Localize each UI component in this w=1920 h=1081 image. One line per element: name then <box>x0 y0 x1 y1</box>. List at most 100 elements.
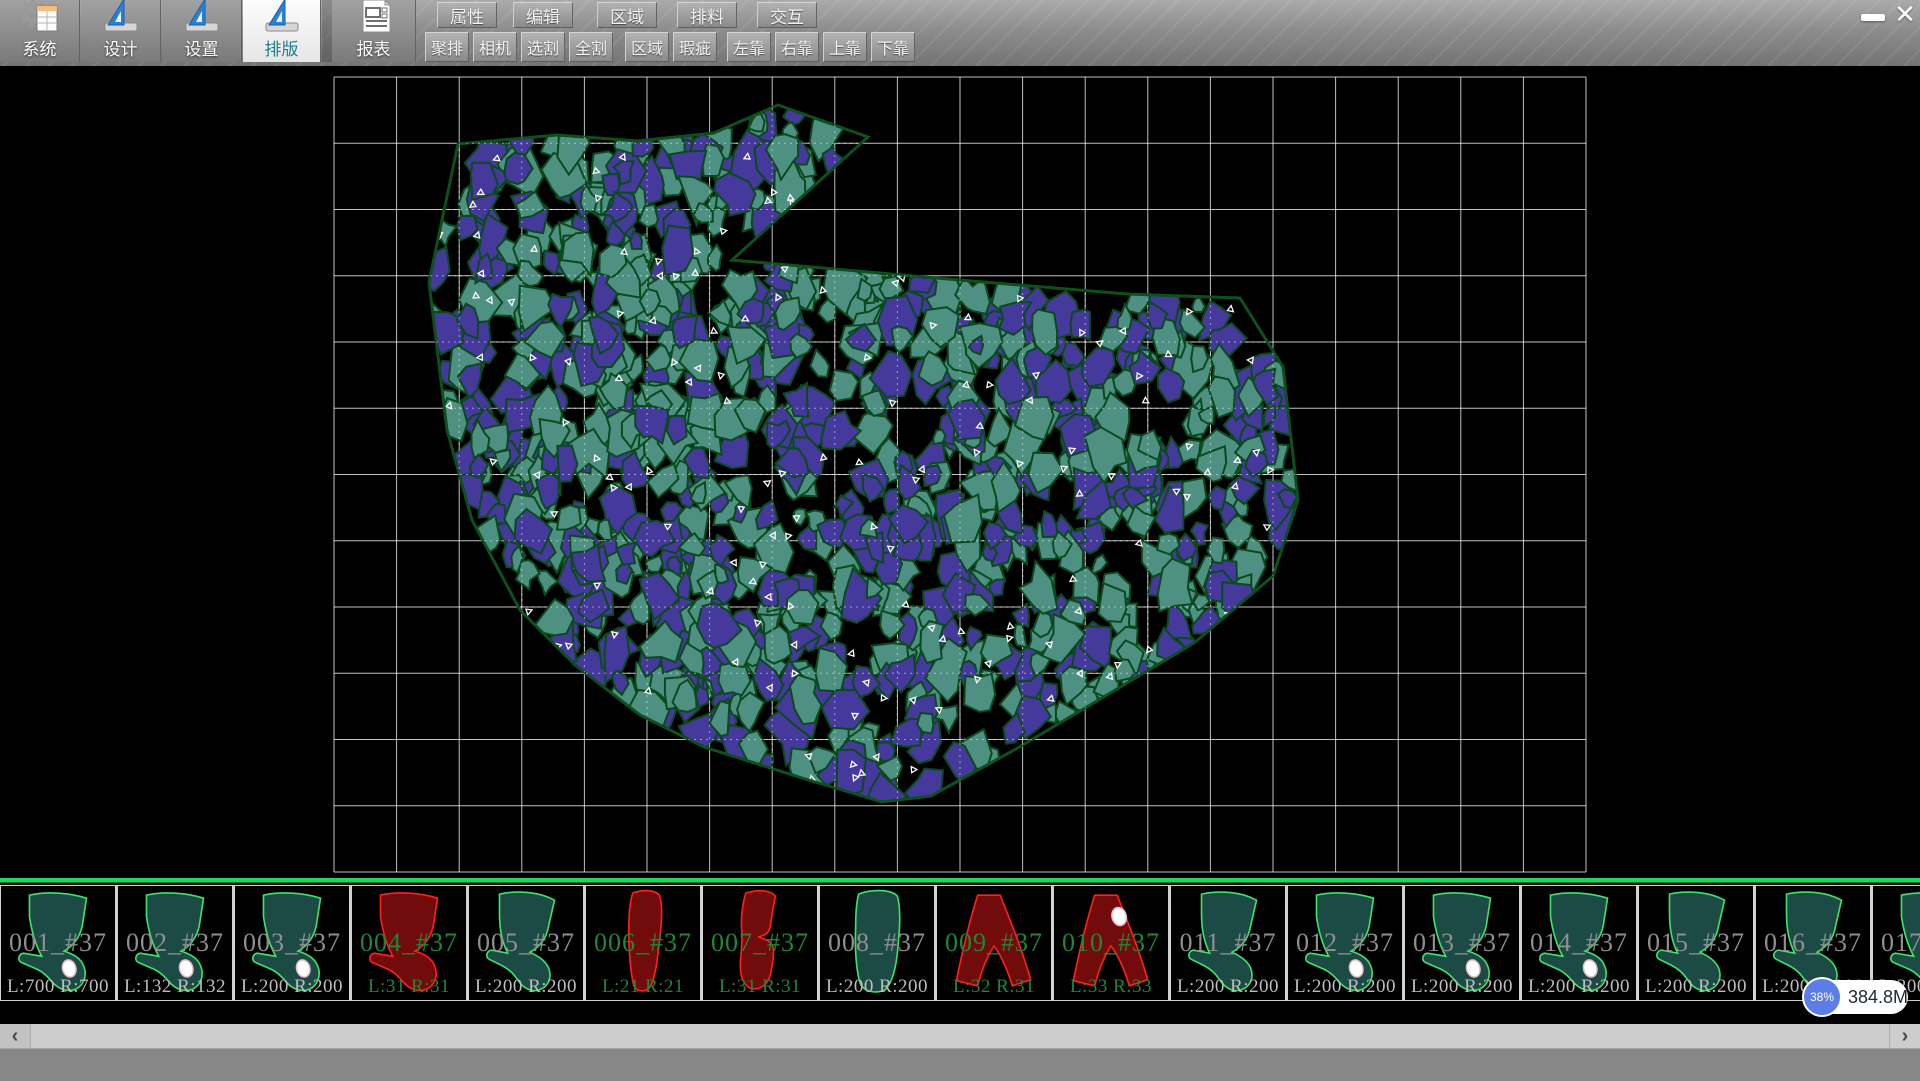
menu-交互[interactable]: 交互 <box>757 2 817 28</box>
piece-id: 004_#37 <box>352 928 466 958</box>
close-button[interactable]: ✕ <box>1890 0 1920 28</box>
triangle-ruler-icon <box>101 0 141 34</box>
piece-card-002_#37[interactable]: 002_#37 L:132 R:132 <box>117 885 234 1001</box>
triangle-ruler-icon <box>182 0 222 34</box>
progress-percent: 38% <box>1810 990 1834 1004</box>
piece-card-011_#37[interactable]: 011_#37 L:200 R:200 <box>1170 885 1287 1001</box>
menu-区域[interactable]: 区域 <box>597 2 657 28</box>
piece-card-003_#37[interactable]: 003_#37 L:200 R:200 <box>234 885 351 1001</box>
scroll-left-button[interactable]: ‹ <box>0 1024 31 1048</box>
piece-card-010_#37[interactable]: 010_#37 L:33 R:33 <box>1053 885 1170 1001</box>
tab-系统[interactable]: 系统 <box>0 0 80 62</box>
progress-circle: 38% <box>1802 977 1842 1017</box>
piece-card-001_#37[interactable]: 001_#37L:700 R:700 <box>0 885 117 1001</box>
nested-pieces <box>419 98 1309 821</box>
set-square-icon <box>266 0 298 31</box>
tool-全割[interactable]: 全割 <box>569 32 613 62</box>
tab-设置[interactable]: 设置 <box>162 0 242 62</box>
close-icon: ✕ <box>1894 1 1916 27</box>
piece-card-004_#37[interactable]: 004_#37 L:31 R:31 <box>351 885 468 1001</box>
strip-scrollbar[interactable]: ‹ › <box>0 1024 1920 1048</box>
piece-quantities: L:200 R:200 <box>1288 976 1402 998</box>
piece-strip: 001_#37L:700 R:700002_#37 L:132 R:132003_… <box>0 878 1920 1024</box>
nesting-app-window: 系统设计设置排版报表 属性编辑区域排料交互 聚排相机选割全割区域瑕疵左靠右靠上靠… <box>0 0 1920 1080</box>
piece-quantities: L:31 R:31 <box>352 976 466 998</box>
spreadsheet-icon <box>37 6 57 31</box>
triangle-ruler-icon <box>262 0 302 34</box>
piece-id: 001_#37 <box>1 928 115 958</box>
set-square-icon <box>105 0 137 31</box>
piece-quantities: L:132 R:132 <box>118 976 232 998</box>
tab-group-separator <box>322 0 332 62</box>
nesting-drawing <box>0 66 1920 878</box>
tool-选割[interactable]: 选割 <box>521 32 565 62</box>
piece-quantities: L:21 R:21 <box>586 976 700 998</box>
piece-id: 006_#37 <box>586 928 700 958</box>
memory-value: 384.8M <box>1848 980 1908 1014</box>
tool-右靠[interactable]: 右靠 <box>775 32 819 62</box>
piece-id: 008_#37 <box>820 928 934 958</box>
piece-id: 015_#37 <box>1639 928 1753 958</box>
strip-accent-shadow <box>0 882 1920 883</box>
piece-id: 016_#37 <box>1756 928 1870 958</box>
tab-label: 设计 <box>104 35 138 60</box>
minimize-icon <box>1861 14 1885 21</box>
piece-quantities: L:31 R:31 <box>703 976 817 998</box>
piece-quantities: L:200 R:200 <box>1522 976 1636 998</box>
scroll-right-button[interactable]: › <box>1889 1024 1920 1048</box>
menu-排料[interactable]: 排料 <box>677 2 737 28</box>
piece-card-014_#37[interactable]: 014_#37 L:200 R:200 <box>1521 885 1638 1001</box>
piece-id: 007_#37 <box>703 928 817 958</box>
piece-quantities: L:32 R:31 <box>937 976 1051 998</box>
piece-id: 009_#37 <box>937 928 1051 958</box>
piece-id: 010_#37 <box>1054 928 1168 958</box>
piece-quantities: L:200 R:200 <box>469 976 583 998</box>
piece-id: 011_#37 <box>1171 928 1285 958</box>
report-doc-icon <box>363 0 390 32</box>
set-square-icon <box>186 0 218 31</box>
tool-瑕疵[interactable]: 瑕疵 <box>673 32 717 62</box>
piece-id: 003_#37 <box>235 928 349 958</box>
piece-id: 002_#37 <box>118 928 232 958</box>
tool-左靠[interactable]: 左靠 <box>727 32 771 62</box>
tab-排版[interactable]: 排版 <box>243 0 321 62</box>
menu-编辑[interactable]: 编辑 <box>513 2 573 28</box>
chevron-left-icon: ‹ <box>12 1025 19 1048</box>
piece-id: 013_#37 <box>1405 928 1519 958</box>
piece-quantities: L:200 R:200 <box>235 976 349 998</box>
tab-label: 系统 <box>23 35 57 60</box>
piece-card-012_#37[interactable]: 012_#37L:200 R:200 <box>1287 885 1404 1001</box>
piece-card-list: 001_#37L:700 R:700002_#37 L:132 R:132003_… <box>0 885 1920 1001</box>
piece-id: 014_#37 <box>1522 928 1636 958</box>
tab-label: 设置 <box>185 35 219 60</box>
piece-quantities: L:200 R:200 <box>1405 976 1519 998</box>
main-toolbar: 系统设计设置排版报表 属性编辑区域排料交互 聚排相机选割全割区域瑕疵左靠右靠上靠… <box>0 0 1920 67</box>
piece-card-007_#37[interactable]: 007_#37 L:31 R:31 <box>702 885 819 1001</box>
tool-区域[interactable]: 区域 <box>625 32 669 62</box>
piece-quantities: L:200 R:200 <box>1639 976 1753 998</box>
report-icon <box>354 0 394 34</box>
piece-id: 005_#37 <box>469 928 583 958</box>
minimize-button[interactable] <box>1856 8 1890 26</box>
nesting-canvas[interactable] <box>0 66 1920 878</box>
piece-card-006_#37[interactable]: 006_#37 L:21 R:21 <box>585 885 702 1001</box>
status-bar <box>0 1048 1920 1081</box>
tab-label: 排版 <box>265 35 299 60</box>
piece-quantities: L:200 R:200 <box>1171 976 1285 998</box>
gear-doc-icon <box>20 0 60 34</box>
tool-相机[interactable]: 相机 <box>473 32 517 62</box>
tool-下靠[interactable]: 下靠 <box>871 32 915 62</box>
piece-quantities: L:200 R:200 <box>820 976 934 998</box>
tab-设计[interactable]: 设计 <box>81 0 161 62</box>
memory-status-badge: 38% 384.8M <box>1806 980 1908 1014</box>
piece-card-008_#37[interactable]: 008_#37 L:200 R:200 <box>819 885 936 1001</box>
tool-上靠[interactable]: 上靠 <box>823 32 867 62</box>
menu-属性[interactable]: 属性 <box>437 2 497 28</box>
piece-card-013_#37[interactable]: 013_#37 L:200 R:200 <box>1404 885 1521 1001</box>
piece-card-009_#37[interactable]: 009_#37 L:32 R:31 <box>936 885 1053 1001</box>
tab-报表[interactable]: 报表 <box>332 0 416 62</box>
piece-card-015_#37[interactable]: 015_#37 L:200 R:200 <box>1638 885 1755 1001</box>
tool-聚排[interactable]: 聚排 <box>425 32 469 62</box>
piece-card-005_#37[interactable]: 005_#37 L:200 R:200 <box>468 885 585 1001</box>
piece-quantities: L:33 R:33 <box>1054 976 1168 998</box>
